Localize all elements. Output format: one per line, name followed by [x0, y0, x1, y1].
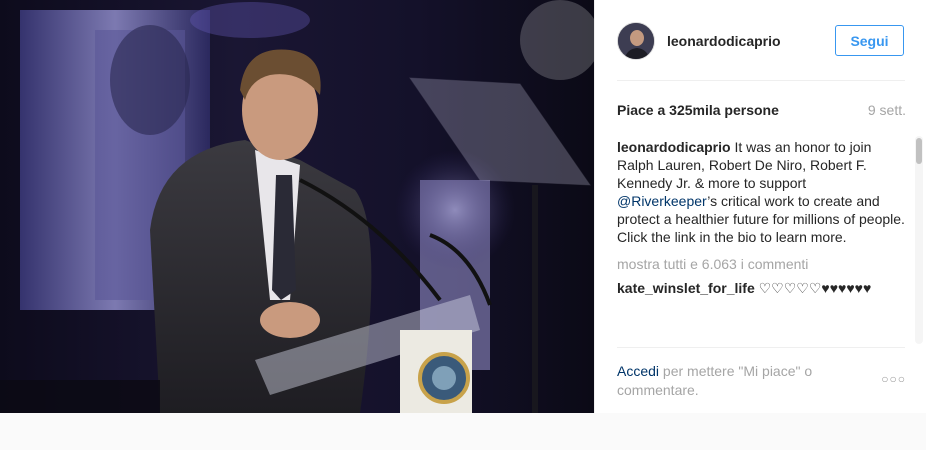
- login-link[interactable]: Accedi: [617, 363, 659, 379]
- likes-count[interactable]: Piace a 325mila persone: [617, 102, 779, 118]
- photo-illustration: [0, 0, 594, 413]
- scrollbar-thumb[interactable]: [916, 138, 922, 164]
- comment-username[interactable]: kate_winslet_for_life: [617, 280, 755, 296]
- post-header: leonardodicaprio Segui: [595, 0, 926, 80]
- comment-item: kate_winslet_for_life ♡♡♡♡♡♥♥♥♥♥♥: [617, 279, 905, 297]
- riverkeeper-mention-link[interactable]: @Riverkeeper: [617, 193, 707, 209]
- footer-divider: [617, 347, 905, 348]
- login-prompt: Accedi per mettere "Mi piace" o commenta…: [617, 362, 837, 400]
- instagram-post: leonardodicaprio Segui Piace a 325mila p…: [0, 0, 926, 413]
- avatar-image: [618, 23, 654, 59]
- avatar[interactable]: [617, 22, 655, 60]
- show-all-comments-link[interactable]: mostra tutti e 6.063 i commenti: [617, 255, 905, 273]
- caption-username[interactable]: leonardodicaprio: [617, 139, 731, 155]
- comments-section: leonardodicaprio It was an honor to join…: [617, 138, 905, 338]
- ellipsis-icon[interactable]: ○○○: [881, 372, 906, 386]
- caption: leonardodicaprio It was an honor to join…: [617, 138, 905, 246]
- post-side-panel: leonardodicaprio Segui Piace a 325mila p…: [594, 0, 926, 413]
- comments-scrollbar[interactable]: [915, 136, 923, 344]
- header-divider: [617, 80, 905, 81]
- comment-text: ♡♡♡♡♡♥♥♥♥♥♥: [754, 280, 872, 296]
- post-photo[interactable]: [0, 0, 594, 413]
- post-timestamp[interactable]: 9 sett.: [868, 102, 906, 118]
- follow-button[interactable]: Segui: [835, 25, 904, 56]
- username-link[interactable]: leonardodicaprio: [667, 33, 781, 49]
